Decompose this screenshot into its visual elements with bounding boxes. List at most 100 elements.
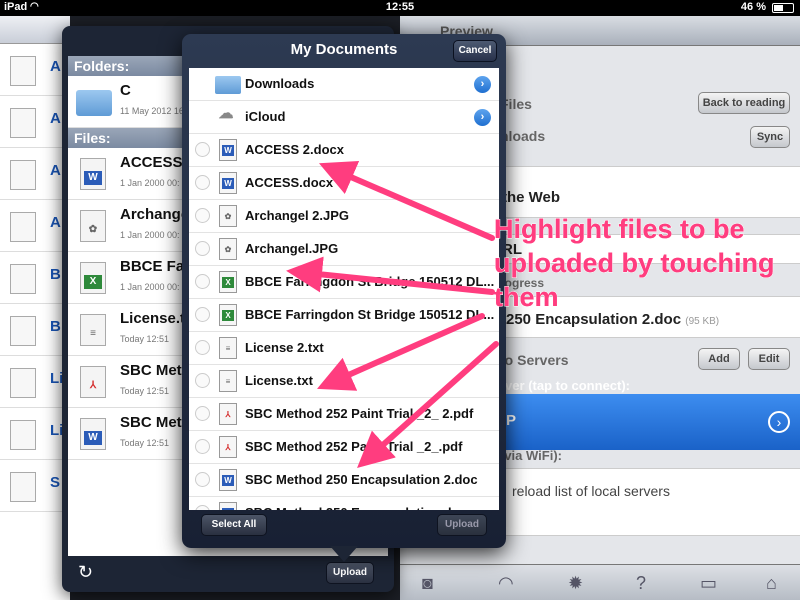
document-row[interactable]: ⅄ SBC Method 252 Paint Trial _2_ 2.pdf <box>189 398 499 431</box>
document-row[interactable]: ✿ Archangel 2.JPG <box>189 200 499 233</box>
left-list-item[interactable]: A <box>0 200 70 252</box>
cloud-icon: ☁ <box>218 105 234 122</box>
file-icon <box>10 56 36 86</box>
item-name: SBC Meth <box>120 414 191 431</box>
folder-icon <box>215 76 241 94</box>
battery-percent: 46 % <box>740 1 766 13</box>
document-name: Archangel.JPG <box>245 241 339 256</box>
image-icon: ✿ <box>80 210 106 242</box>
select-checkbox[interactable] <box>195 406 210 421</box>
image-icon: ✿ <box>219 238 237 260</box>
document-row[interactable]: ≡ License.txt <box>189 365 499 398</box>
word-icon: W <box>219 469 237 491</box>
file-icon <box>10 108 36 138</box>
pdf-icon: ⅄ <box>219 403 237 425</box>
document-row[interactable]: X BBCE Farringdon St Bridge 150512 DL... <box>189 266 499 299</box>
folder-icon <box>76 90 112 116</box>
item-date: Today 12:51 <box>120 438 170 448</box>
file-icon <box>10 472 36 502</box>
left-list-item[interactable]: A <box>0 96 70 148</box>
folder-row[interactable]: Downloads › <box>189 68 499 101</box>
left-item-label: B <box>50 318 61 335</box>
left-item-label: S <box>50 474 61 491</box>
left-item-label: A <box>50 214 61 231</box>
select-checkbox[interactable] <box>195 373 210 388</box>
left-list-item[interactable]: Li <box>0 356 70 408</box>
select-checkbox[interactable] <box>195 472 210 487</box>
monitor-icon[interactable]: ▭ <box>700 573 717 594</box>
document-name: SBC Method 252 Paint Trial _2_.pdf <box>245 439 463 454</box>
select-all-button[interactable]: Select All <box>201 514 267 536</box>
item-name: Archange <box>120 206 190 223</box>
upload-button-back[interactable]: Upload <box>326 562 374 584</box>
file-icon <box>10 368 36 398</box>
bottom-toolbar: ◙ ◠ ✹ ? ▭ ⌂ <box>400 564 800 600</box>
disclosure-arrow-icon[interactable]: › <box>474 76 491 93</box>
upload-button[interactable]: Upload <box>437 514 487 536</box>
left-list-item[interactable]: Li <box>0 408 70 460</box>
document-row[interactable]: W SBC Method 250 Encapsulation.doc <box>189 497 499 510</box>
document-name: Archangel 2.JPG <box>245 208 350 223</box>
battery-icon <box>772 3 794 13</box>
select-checkbox[interactable] <box>195 340 210 355</box>
excel-icon: X <box>219 304 237 326</box>
select-checkbox[interactable] <box>195 241 210 256</box>
left-list-item[interactable]: A <box>0 44 70 96</box>
file-icon <box>10 160 36 190</box>
file-icon <box>10 264 36 294</box>
document-row[interactable]: X BBCE Farringdon St Bridge 150512 DL... <box>189 299 499 332</box>
pdf-icon: ⅄ <box>219 436 237 458</box>
document-name: ACCESS 2.docx <box>245 142 344 157</box>
document-row[interactable]: ✿ Archangel.JPG <box>189 233 499 266</box>
item-date: Today 12:51 <box>120 334 170 344</box>
document-name: SBC Method 252 Paint Trial _2_ 2.pdf <box>245 406 474 421</box>
left-item-label: A <box>50 58 61 75</box>
folder-row[interactable]: ☁ iCloud › <box>189 101 499 134</box>
gear-icon[interactable]: ✹ <box>568 573 583 594</box>
select-checkbox[interactable] <box>195 274 210 289</box>
cloudftp-toolbar: ↻ Upload <box>68 558 388 586</box>
back-to-reading-button[interactable]: Back to reading <box>698 92 790 114</box>
lock-icon[interactable]: ⌂ <box>766 573 777 594</box>
word-icon: W <box>219 139 237 161</box>
disclosure-arrow-icon[interactable]: › <box>474 109 491 126</box>
select-checkbox[interactable] <box>195 307 210 322</box>
left-list-item[interactable]: B <box>0 252 70 304</box>
document-name: BBCE Farringdon St Bridge 150512 DL... <box>245 274 495 289</box>
refresh-icon[interactable]: ↻ <box>78 562 93 583</box>
select-checkbox[interactable] <box>195 505 210 510</box>
wifi-section-label: (via WiFi): <box>500 448 562 463</box>
document-row[interactable]: W ACCESS.docx <box>189 167 499 200</box>
document-row[interactable]: W ACCESS 2.docx <box>189 134 499 167</box>
image-icon: ✿ <box>219 205 237 227</box>
document-row[interactable]: ⅄ SBC Method 252 Paint Trial _2_.pdf <box>189 431 499 464</box>
item-date: 1 Jan 2000 00: <box>120 178 180 188</box>
document-name: License 2.txt <box>245 340 324 355</box>
select-checkbox[interactable] <box>195 208 210 223</box>
document-row[interactable]: ≡ License 2.txt <box>189 332 499 365</box>
server-hint: rver (tap to connect): <box>500 378 631 393</box>
sync-button[interactable]: Sync <box>750 126 790 148</box>
edit-button[interactable]: Edit <box>748 348 790 370</box>
camera-icon[interactable]: ◙ <box>422 573 433 594</box>
document-row[interactable]: W SBC Method 250 Encapsulation 2.doc <box>189 464 499 497</box>
chevron-right-icon[interactable]: › <box>768 411 790 433</box>
left-list-item[interactable]: A <box>0 148 70 200</box>
select-checkbox[interactable] <box>195 439 210 454</box>
cancel-button[interactable]: Cancel <box>453 40 497 62</box>
left-list-item[interactable]: B <box>0 304 70 356</box>
select-checkbox[interactable] <box>195 142 210 157</box>
select-checkbox[interactable] <box>195 175 210 190</box>
add-button[interactable]: Add <box>698 348 740 370</box>
text-icon: ≡ <box>219 337 237 359</box>
server-name: P <box>506 412 517 429</box>
help-icon[interactable]: ? <box>636 573 646 594</box>
wifi-icon[interactable]: ◠ <box>498 573 514 594</box>
word-icon: W <box>80 418 106 450</box>
popover-pointer <box>330 546 358 562</box>
document-name: SBC Method 250 Encapsulation.doc <box>245 505 467 510</box>
file-icon <box>10 316 36 346</box>
file-icon <box>10 212 36 242</box>
left-list-item[interactable]: S <box>0 460 70 512</box>
document-name: BBCE Farringdon St Bridge 150512 DL... <box>245 307 495 322</box>
